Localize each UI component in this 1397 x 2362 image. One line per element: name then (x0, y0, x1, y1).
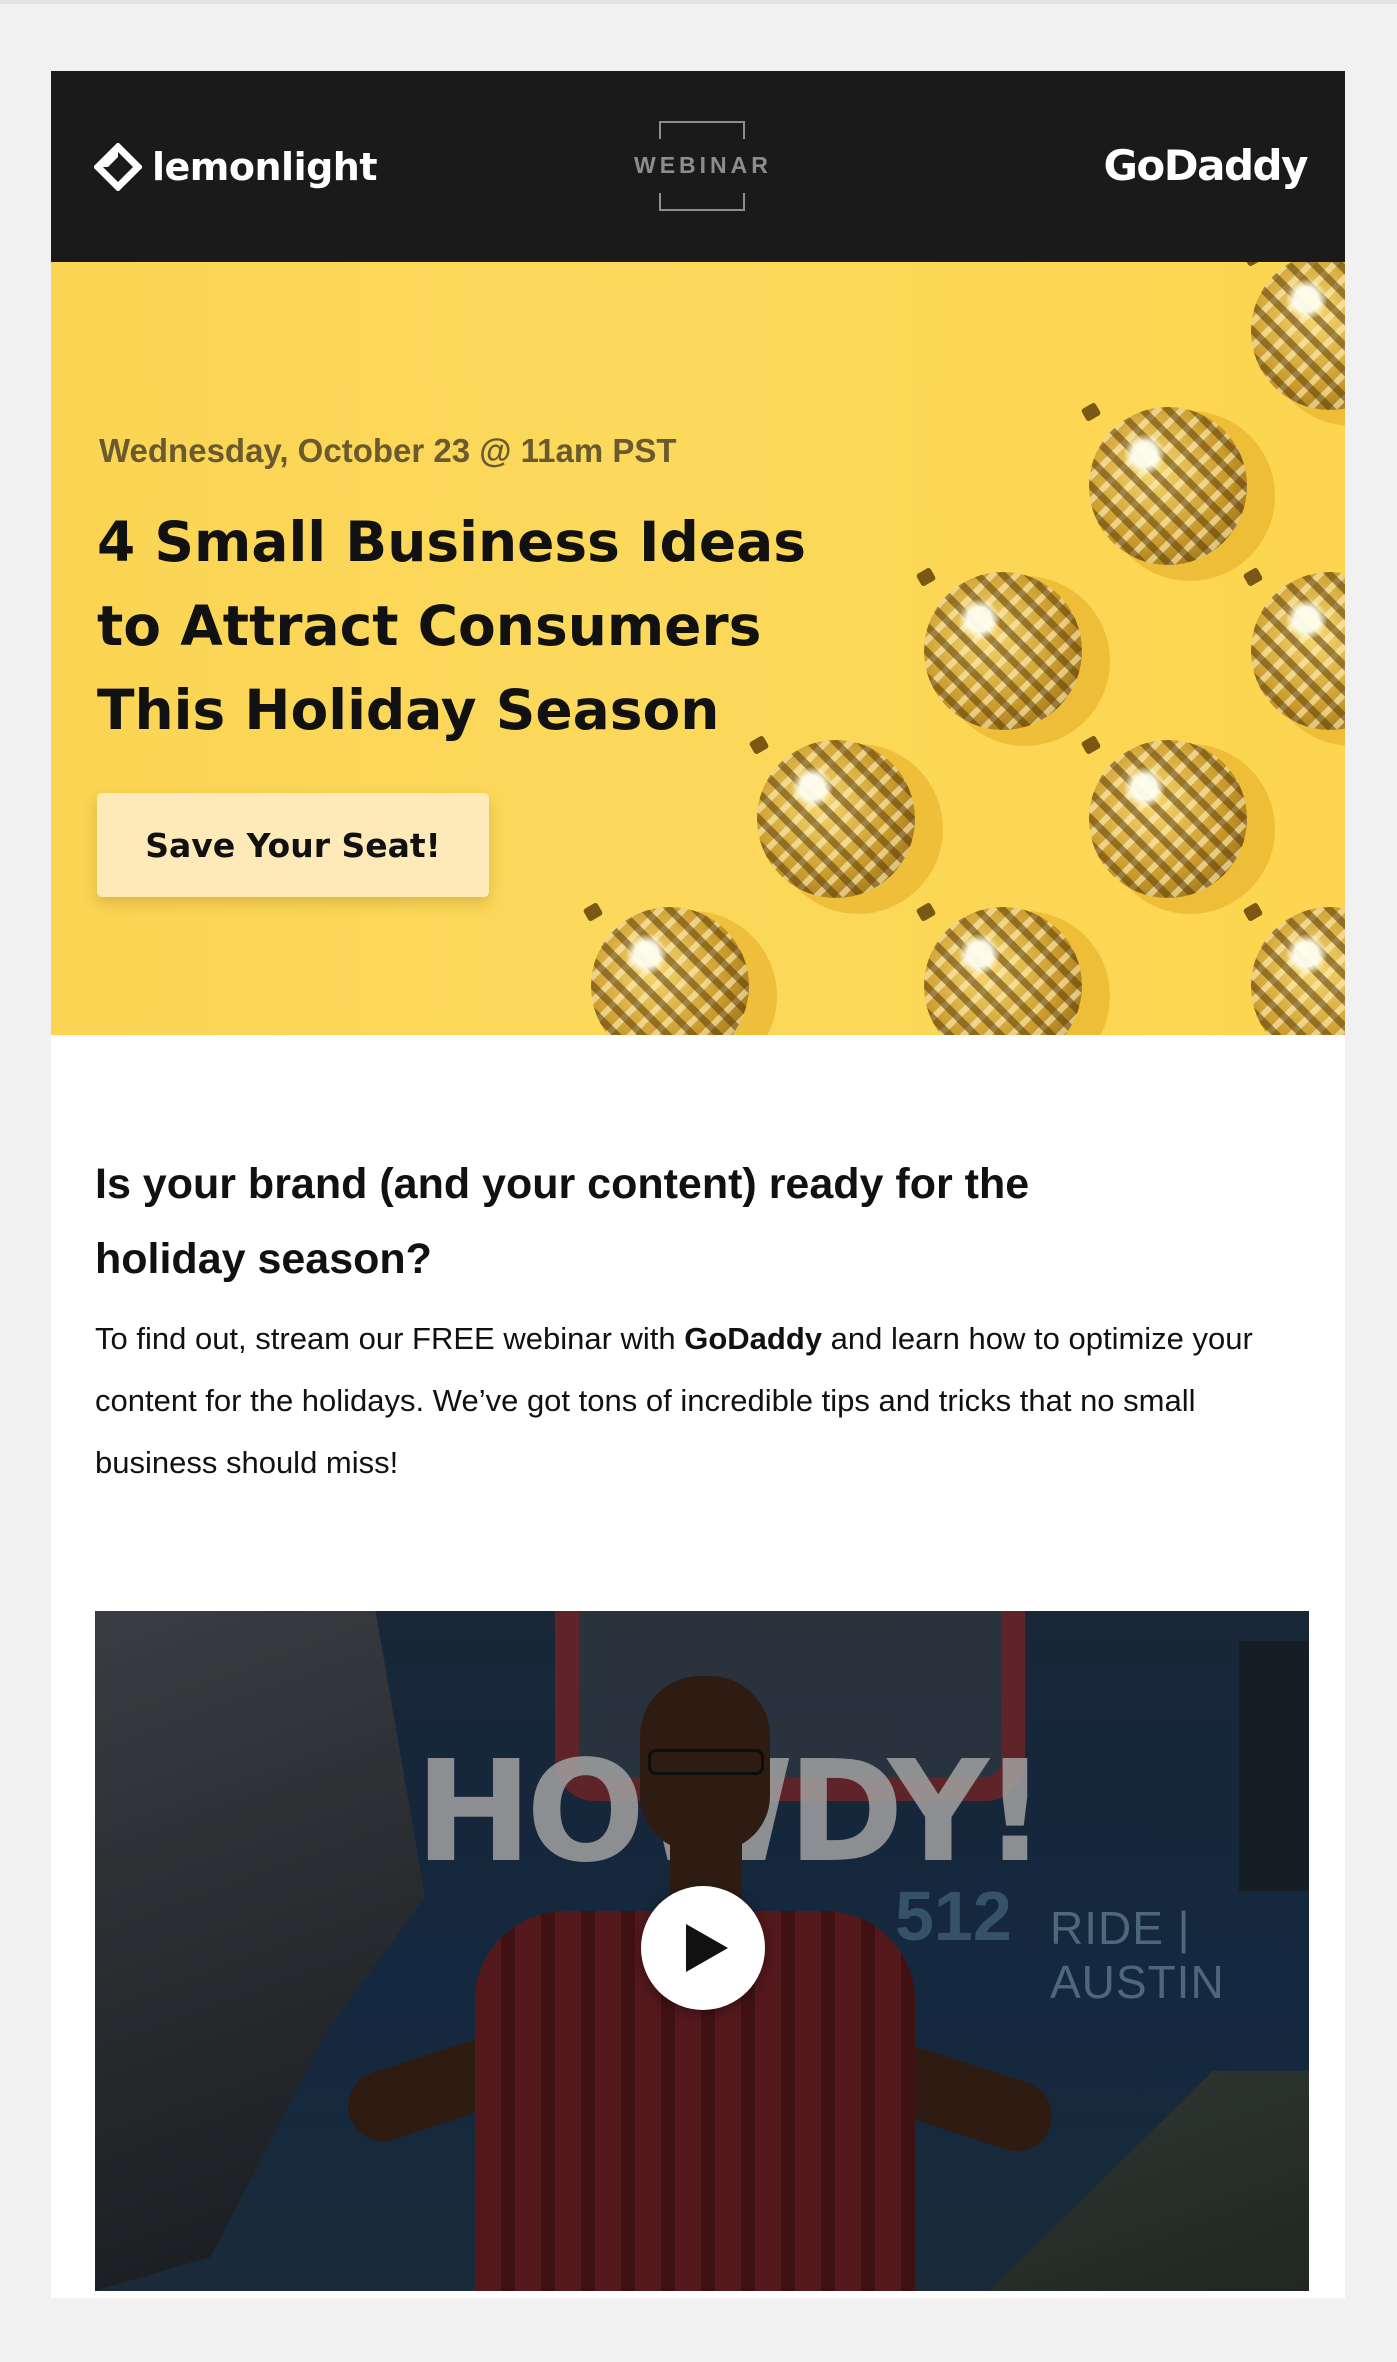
webinar-label: WEBINAR (634, 152, 772, 178)
email-header: lemonlight WEBINAR GoDaddy (51, 71, 1345, 262)
hero-banner[interactable]: Wednesday, October 23 @ 11am PST 4 Small… (51, 262, 1345, 1035)
paragraph-line: business should miss! (95, 1445, 399, 1480)
title-line: to Attract Consumers (97, 594, 762, 658)
play-button[interactable] (641, 1886, 765, 2010)
title-line: This Holiday Season (97, 678, 720, 742)
paragraph-line: content for the holidays. We’ve got tons… (95, 1383, 1196, 1418)
disco-ball-ornament-icon (757, 740, 915, 898)
save-your-seat-button[interactable]: Save Your Seat! (97, 793, 489, 897)
paragraph-text: and learn how to optimize your (822, 1321, 1253, 1356)
lemonlight-wordmark: lemonlight (152, 145, 378, 189)
paragraph-line: To find out, stream our FREE webinar wit… (95, 1308, 1295, 1370)
section-headline: Is your brand (and your content) ready f… (95, 1147, 1195, 1297)
disco-ball-ornament-icon (924, 907, 1082, 1035)
intro-paragraph: To find out, stream our FREE webinar wit… (95, 1308, 1295, 1494)
video-thumbnail[interactable]: HOWDY! 512 RIDE | AUSTIN (95, 1611, 1309, 2291)
play-icon (686, 1924, 728, 1972)
disco-ball-ornament-icon (1089, 407, 1247, 565)
email-body: lemonlight WEBINAR GoDaddy Wednesday, Oc… (51, 71, 1345, 2298)
lemonlight-logo[interactable]: lemonlight (94, 139, 378, 195)
title-line: 4 Small Business Ideas (97, 510, 807, 574)
godaddy-logo[interactable]: GoDaddy (1103, 141, 1308, 190)
disco-ball-ornament-icon (1089, 740, 1247, 898)
lemonlight-diamond-icon (94, 143, 142, 191)
disco-ball-ornament-icon (924, 572, 1082, 730)
disco-ball-ornament-icon (1251, 262, 1345, 410)
godaddy-bold-text: GoDaddy (684, 1321, 823, 1356)
disco-ball-ornament-icon (1251, 907, 1345, 1035)
badge-bracket-bottom (659, 193, 745, 211)
webinar-badge: WEBINAR (634, 121, 768, 211)
headline-line: holiday season? (95, 1235, 432, 1283)
disco-ball-ornament-icon (1251, 572, 1345, 730)
paragraph-text: To find out, stream our FREE webinar wit… (95, 1321, 685, 1356)
disco-ball-ornament-icon (591, 907, 749, 1035)
webinar-title: 4 Small Business Ideas to Attract Consum… (97, 500, 817, 752)
webinar-date: Wednesday, October 23 @ 11am PST (99, 432, 677, 469)
badge-bracket-top (659, 121, 745, 139)
window-top-edge (0, 0, 1397, 4)
headline-line: Is your brand (and your content) ready f… (95, 1160, 1030, 1208)
